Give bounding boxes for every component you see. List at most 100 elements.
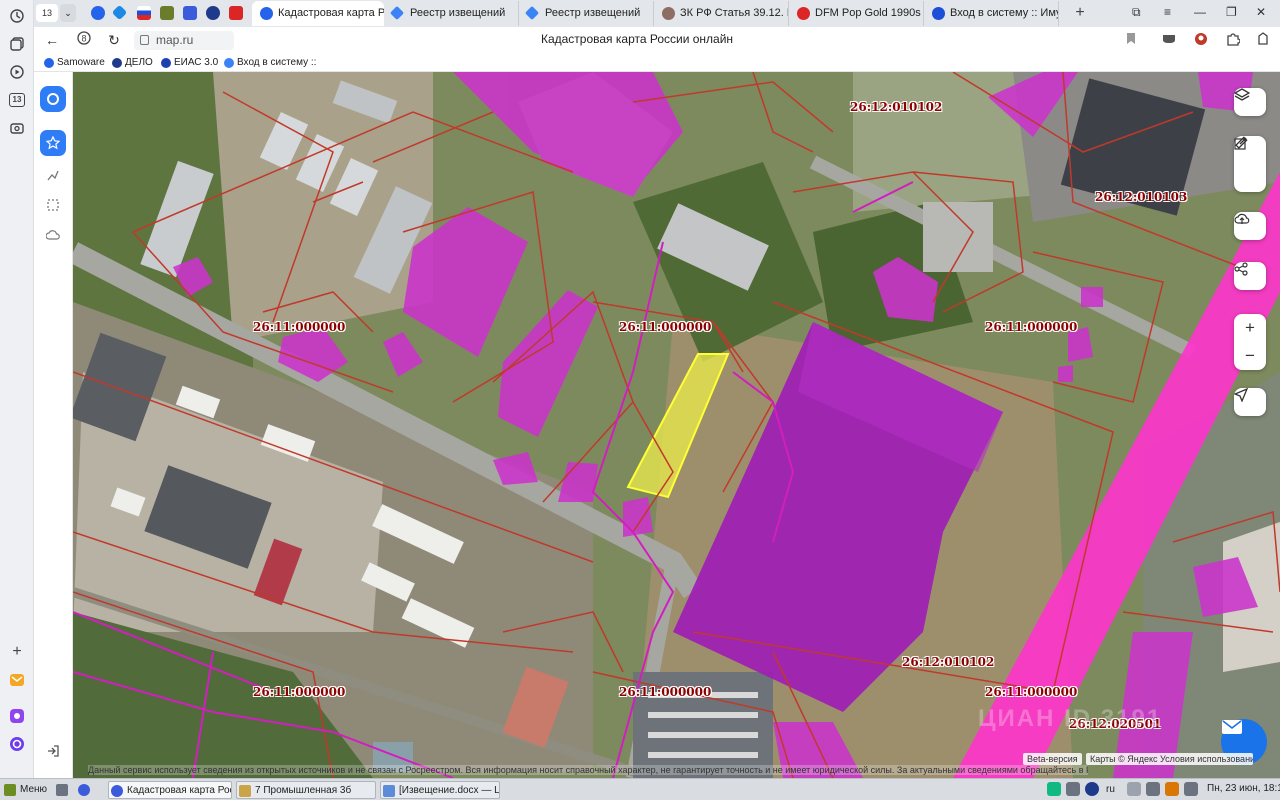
- start-menu-button[interactable]: Меню: [2, 781, 52, 799]
- tab-title: Реестр извещений: [410, 7, 506, 19]
- taskbar-window-writer[interactable]: [Извещение.docx — Li...: [380, 781, 500, 799]
- taskbar-clock[interactable]: Пн, 23 июн, 18:13: [1207, 783, 1280, 794]
- cadastral-label[interactable]: 26:11:000000: [253, 685, 345, 699]
- cadastral-label[interactable]: 26:12:010102: [850, 100, 942, 114]
- cadastral-label[interactable]: 26:11:000000: [253, 320, 345, 334]
- screenshot-icon[interactable]: [7, 118, 27, 138]
- reload-icon[interactable]: ↻: [104, 31, 124, 51]
- cloud-upload-icon[interactable]: [1234, 212, 1266, 240]
- cadastral-label[interactable]: 26:11:000000: [985, 685, 1077, 699]
- layers-icon[interactable]: [1234, 88, 1266, 116]
- alice-app-icon[interactable]: [7, 734, 27, 754]
- logout-icon[interactable]: [40, 738, 66, 764]
- notes-tray-icon[interactable]: [1165, 782, 1179, 796]
- cadastral-label[interactable]: 26:11:000000: [619, 685, 711, 699]
- cadastral-label[interactable]: 26:12:010102: [902, 655, 994, 669]
- new-tab-button[interactable]: +: [1070, 3, 1090, 23]
- minimize-icon[interactable]: —: [1194, 5, 1206, 19]
- cloud-icon[interactable]: [40, 222, 66, 248]
- edit-icon[interactable]: [1234, 137, 1266, 192]
- yandex-tray-icon[interactable]: [1085, 782, 1099, 796]
- collections-icon[interactable]: [7, 34, 27, 54]
- tab-title: ЗК РФ Статья 39.12. Про: [680, 7, 788, 19]
- pinned-tab-icon[interactable]: [137, 6, 151, 20]
- pinned-tab-icon[interactable]: [91, 6, 105, 20]
- add-panel-icon[interactable]: +: [7, 642, 27, 662]
- tab-overview-icon[interactable]: ⧉: [1132, 5, 1141, 20]
- cadastral-label[interactable]: 26:11:000000: [985, 320, 1077, 334]
- close-window-icon[interactable]: ✕: [1256, 5, 1266, 19]
- site-logo-search-icon[interactable]: [40, 86, 66, 112]
- desktop-icon: [56, 784, 68, 796]
- menu-label: Меню: [20, 784, 48, 795]
- disclaimer-text: Данный сервис использует сведения из отк…: [88, 765, 1088, 775]
- tab-count-badge[interactable]: 13: [36, 4, 58, 22]
- show-desktop-button[interactable]: [54, 781, 70, 799]
- kaspersky-tray-icon[interactable]: [1047, 782, 1061, 796]
- cadastral-label[interactable]: 26:12:010103: [1095, 190, 1187, 204]
- volume-tray-icon[interactable]: [1146, 782, 1160, 796]
- radio-favicon-icon: [797, 7, 810, 20]
- mail-icon: [1222, 720, 1242, 734]
- extension-icon[interactable]: [1192, 32, 1210, 50]
- folder-icon: [239, 785, 251, 797]
- bookmark-samoware[interactable]: Samoware: [44, 56, 105, 70]
- taskbar-window-folder[interactable]: 7 Промышленная 3б: [236, 781, 376, 799]
- bookmark-icon[interactable]: [1122, 32, 1140, 50]
- browser-menu-icon[interactable]: ≡: [1164, 5, 1171, 19]
- os-taskbar: Меню Кадастровая карта Рос... 7 Промышле…: [0, 778, 1280, 800]
- share-control[interactable]: [1234, 262, 1266, 290]
- pinned-tab-icon[interactable]: [206, 6, 220, 20]
- network-tray-icon[interactable]: [1184, 782, 1198, 796]
- pinned-tab-icon[interactable]: [111, 4, 128, 21]
- taskbar-window-browser[interactable]: Кадастровая карта Рос...: [108, 781, 232, 799]
- cadastral-map[interactable]: 26:12:010102 26:12:010103 26:11:000000 2…: [73, 72, 1280, 778]
- measure-path-icon[interactable]: [40, 162, 66, 188]
- bookmark-eias[interactable]: ЕИАС 3.0: [161, 56, 218, 70]
- upload-control[interactable]: [1234, 212, 1266, 240]
- zoom-control: + −: [1234, 314, 1266, 370]
- keyboard-layout[interactable]: ru: [1106, 781, 1124, 799]
- url-field[interactable]: map.ru: [134, 31, 234, 50]
- geolocation-control[interactable]: [1234, 388, 1266, 416]
- tab-dfm-radio[interactable]: DFM Pop Gold 1990s — с: [789, 1, 924, 26]
- tab-login[interactable]: Вход в систему :: Имущ: [924, 1, 1059, 26]
- tab-menu-chevron-icon[interactable]: ⌄: [60, 4, 76, 22]
- downloads-icon[interactable]: [1254, 32, 1272, 50]
- map-attribution[interactable]: Карты © Яндекс Условия использования: [1086, 753, 1253, 765]
- calendar-badge: 13: [9, 93, 25, 107]
- yandex-logo-icon[interactable]: 8: [74, 31, 94, 51]
- yandex-browser-launcher[interactable]: [76, 781, 96, 799]
- layers-control[interactable]: [1234, 88, 1266, 116]
- play-icon[interactable]: [7, 62, 27, 82]
- clipboard-tray-icon[interactable]: [1066, 782, 1080, 796]
- zoom-out-icon[interactable]: −: [1234, 342, 1266, 370]
- bookmark-login[interactable]: Вход в систему ::: [224, 56, 316, 70]
- tab-title: DFM Pop Gold 1990s — с: [815, 7, 923, 19]
- extensions-puzzle-icon[interactable]: [1224, 32, 1242, 50]
- pinned-tab-icon[interactable]: [160, 6, 174, 20]
- bookmark-delo[interactable]: ДЕЛО: [112, 56, 153, 70]
- url-text: map.ru: [156, 33, 194, 47]
- reader-mode-icon[interactable]: [1160, 32, 1178, 50]
- select-area-icon[interactable]: [40, 192, 66, 218]
- tab-registry-1[interactable]: Реестр извещений: [384, 1, 519, 26]
- messenger-app-icon[interactable]: [7, 706, 27, 726]
- pinned-tab-icon[interactable]: [229, 6, 243, 20]
- pinned-tab-icon[interactable]: [183, 6, 197, 20]
- maximize-icon[interactable]: ❐: [1226, 5, 1237, 19]
- share-icon[interactable]: [1234, 262, 1266, 290]
- zoom-in-icon[interactable]: +: [1234, 314, 1266, 342]
- map-canvas[interactable]: [73, 72, 1280, 778]
- geolocation-arrow-icon[interactable]: [1234, 388, 1266, 416]
- cadastral-label[interactable]: 26:11:000000: [619, 320, 711, 334]
- favorites-star-icon[interactable]: [40, 130, 66, 156]
- tab-registry-2[interactable]: Реестр извещений: [519, 1, 654, 26]
- tab-land-code[interactable]: ЗК РФ Статья 39.12. Про: [654, 1, 789, 26]
- printer-tray-icon[interactable]: [1127, 782, 1141, 796]
- tab-cadastral-map[interactable]: Кадастровая карта Р: [252, 1, 384, 26]
- mail-app-icon[interactable]: [7, 670, 27, 690]
- back-arrow-icon[interactable]: ←: [42, 31, 62, 51]
- history-icon[interactable]: [7, 6, 27, 26]
- calendar-icon[interactable]: 13: [7, 90, 27, 110]
